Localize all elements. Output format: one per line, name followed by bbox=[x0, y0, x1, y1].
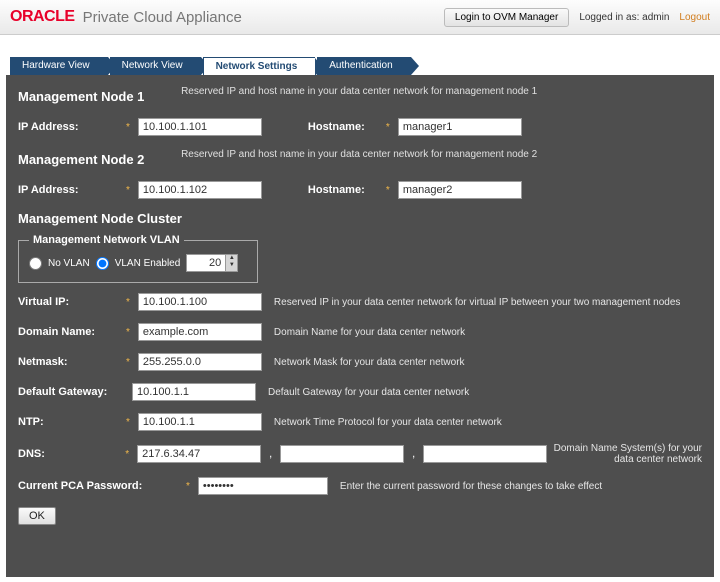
dns-label: DNS: bbox=[18, 448, 117, 460]
vlan-id-input[interactable] bbox=[186, 254, 226, 272]
netmask-desc: Network Mask for your data center networ… bbox=[274, 357, 465, 368]
logged-in-text: Logged in as: admin bbox=[579, 12, 669, 23]
gateway-label: Default Gateway: bbox=[18, 386, 148, 398]
spin-down-icon: ▼ bbox=[226, 262, 237, 269]
dns-separator: , bbox=[269, 448, 272, 460]
required-marker: * bbox=[126, 297, 130, 308]
ntp-input[interactable] bbox=[138, 413, 262, 431]
tab-network-view[interactable]: Network View bbox=[110, 57, 201, 75]
ok-button[interactable]: OK bbox=[18, 507, 56, 525]
product-title: Private Cloud Appliance bbox=[83, 9, 242, 26]
settings-panel: Management Node 1 Reserved IP and host n… bbox=[6, 75, 714, 577]
node2-desc: Reserved IP and host name in your data c… bbox=[181, 149, 537, 160]
dns-desc: Domain Name System(s) for your data cent… bbox=[553, 443, 702, 465]
netmask-label: Netmask: bbox=[18, 356, 118, 368]
dns-separator: , bbox=[412, 448, 415, 460]
required-marker: * bbox=[386, 185, 390, 196]
vlan-fieldset: Management Network VLAN No VLAN VLAN Ena… bbox=[18, 234, 258, 283]
node2-ip-label: IP Address: bbox=[18, 184, 118, 196]
password-input[interactable] bbox=[198, 477, 328, 495]
node1-hostname-input[interactable] bbox=[398, 118, 522, 136]
gateway-input[interactable] bbox=[132, 383, 256, 401]
password-label: Current PCA Password: bbox=[18, 480, 178, 492]
node1-desc: Reserved IP and host name in your data c… bbox=[181, 86, 537, 97]
dns2-input[interactable] bbox=[280, 445, 404, 463]
tab-authentication[interactable]: Authentication bbox=[317, 57, 410, 75]
node1-ip-label: IP Address: bbox=[18, 121, 118, 133]
password-desc: Enter the current password for these cha… bbox=[340, 481, 602, 492]
spin-up-icon: ▲ bbox=[226, 255, 237, 262]
node1-title: Management Node 1 bbox=[18, 89, 178, 104]
required-marker: * bbox=[186, 481, 190, 492]
virtual-ip-desc: Reserved IP in your data center network … bbox=[274, 297, 681, 308]
no-vlan-radio[interactable] bbox=[29, 257, 42, 270]
no-vlan-label: No VLAN bbox=[48, 258, 90, 269]
required-marker: * bbox=[126, 185, 130, 196]
required-marker: * bbox=[126, 417, 130, 428]
tab-network-settings[interactable]: Network Settings bbox=[203, 57, 316, 75]
node1-hostname-label: Hostname: bbox=[308, 121, 378, 133]
required-marker: * bbox=[126, 122, 130, 133]
domain-label: Domain Name: bbox=[18, 326, 118, 338]
virtual-ip-label: Virtual IP: bbox=[18, 296, 118, 308]
node1-ip-input[interactable] bbox=[138, 118, 262, 136]
domain-desc: Domain Name for your data center network bbox=[274, 327, 465, 338]
vlan-enabled-label: VLAN Enabled bbox=[115, 258, 181, 269]
required-marker: * bbox=[386, 122, 390, 133]
required-marker: * bbox=[126, 327, 130, 338]
dns1-input[interactable] bbox=[137, 445, 261, 463]
tab-bar: Hardware View Network View Network Setti… bbox=[0, 57, 720, 75]
vlan-legend: Management Network VLAN bbox=[29, 234, 184, 246]
node2-ip-input[interactable] bbox=[138, 181, 262, 199]
login-ovm-button[interactable]: Login to OVM Manager bbox=[444, 8, 569, 27]
app-header: ORACLE Private Cloud Appliance Login to … bbox=[0, 0, 720, 35]
node2-hostname-input[interactable] bbox=[398, 181, 522, 199]
virtual-ip-input[interactable] bbox=[138, 293, 262, 311]
netmask-input[interactable] bbox=[138, 353, 262, 371]
ntp-label: NTP: bbox=[18, 416, 118, 428]
vlan-spinner[interactable]: ▲▼ bbox=[226, 254, 238, 272]
gateway-desc: Default Gateway for your data center net… bbox=[268, 387, 469, 398]
oracle-logo: ORACLE bbox=[10, 8, 75, 26]
ntp-desc: Network Time Protocol for your data cent… bbox=[274, 417, 502, 428]
required-marker: * bbox=[125, 449, 129, 460]
logout-link[interactable]: Logout bbox=[679, 12, 710, 23]
domain-input[interactable] bbox=[138, 323, 262, 341]
node2-title: Management Node 2 bbox=[18, 152, 178, 167]
vlan-enabled-radio[interactable] bbox=[96, 257, 109, 270]
dns3-input[interactable] bbox=[423, 445, 547, 463]
tab-hardware-view[interactable]: Hardware View bbox=[10, 57, 108, 75]
cluster-title: Management Node Cluster bbox=[18, 211, 702, 226]
required-marker: * bbox=[126, 357, 130, 368]
node2-hostname-label: Hostname: bbox=[308, 184, 378, 196]
